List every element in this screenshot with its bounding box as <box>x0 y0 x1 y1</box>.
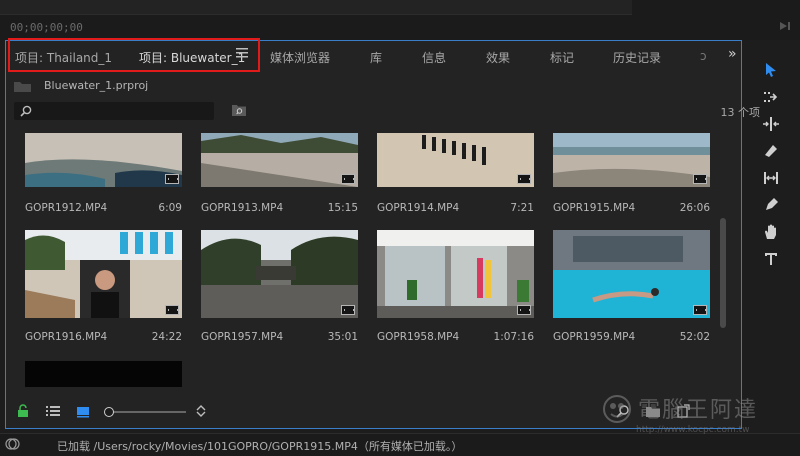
watermark: 電腦王阿達 http://www.kocpc.com.tw <box>598 388 793 443</box>
clip-card[interactable]: GOPR1957.MP4 35:01 <box>201 230 358 343</box>
razor-tool-icon[interactable] <box>762 142 780 160</box>
clip-thumbnail[interactable] <box>377 230 534 318</box>
clip-thumbnail[interactable] <box>25 230 182 318</box>
video-clip-badge-icon <box>517 305 531 315</box>
clip-name: GOPR1958.MP4 <box>377 331 460 343</box>
clip-name: GOPR1915.MP4 <box>553 202 636 214</box>
clip-duration: 15:15 <box>327 202 358 214</box>
clip-name: GOPR1957.MP4 <box>201 331 284 343</box>
clip-grid: GOPR1912.MP4 6:09 GOPR1913.MP4 15:15 GOP… <box>14 133 726 387</box>
clip-name: GOPR1916.MP4 <box>25 331 108 343</box>
track-select-tool-icon[interactable] <box>762 88 780 106</box>
clip-name: GOPR1913.MP4 <box>201 202 284 214</box>
clip-card[interactable] <box>25 361 182 387</box>
new-search-bin-icon[interactable] <box>232 104 246 116</box>
tab-truncated[interactable]: ɔ <box>700 49 707 63</box>
clip-thumbnail[interactable] <box>377 133 534 187</box>
video-clip-badge-icon <box>341 174 355 184</box>
clip-card[interactable]: GOPR1915.MP4 26:06 <box>553 133 710 233</box>
type-tool-icon[interactable] <box>762 250 780 268</box>
panel-tab-bar: 项目: Thailand_1 项目: Bluewater_1 媒体浏览器 库 信… <box>6 41 741 72</box>
tab-libraries[interactable]: 库 <box>370 49 382 66</box>
clip-duration: 52:02 <box>679 331 710 343</box>
clip-card[interactable]: GOPR1914.MP4 7:21 <box>377 133 534 233</box>
vertical-scrollbar[interactable] <box>720 218 726 328</box>
video-clip-badge-icon <box>693 174 707 184</box>
go-to-end-icon[interactable] <box>778 19 792 33</box>
icon-view-icon[interactable] <box>76 404 90 418</box>
project-filename: Bluewater_1.prproj <box>44 79 149 92</box>
clip-thumbnail[interactable] <box>201 133 358 187</box>
clip-duration: 1:07:16 <box>493 331 534 343</box>
zoom-slider-handle[interactable] <box>104 407 114 417</box>
tab-project-bluewater-label: 项目: Bluewater_1 <box>139 51 246 65</box>
tab-history[interactable]: 历史记录 <box>613 49 661 66</box>
clip-thumbnail[interactable] <box>201 230 358 318</box>
clip-thumbnail[interactable] <box>553 133 710 187</box>
search-icon <box>20 105 32 117</box>
watermark-logo-icon <box>603 395 631 423</box>
tab-overflow-icon[interactable]: » <box>728 46 737 62</box>
tab-markers[interactable]: 标记 <box>550 49 574 66</box>
clip-duration: 26:06 <box>679 202 710 214</box>
sort-icon[interactable] <box>194 404 208 418</box>
tab-effects[interactable]: 效果 <box>486 49 510 66</box>
timeline-header: 00;00;00;00 <box>0 0 800 40</box>
video-clip-badge-icon <box>165 305 179 315</box>
active-tab-indicator <box>137 70 248 72</box>
watermark-text: 電腦王阿達 <box>638 398 759 423</box>
video-clip-badge-icon <box>517 174 531 184</box>
watermark-url: http://www.kocpc.com.tw <box>636 425 750 435</box>
lock-icon[interactable] <box>16 404 30 418</box>
clip-card[interactable]: GOPR1959.MP4 52:02 <box>553 230 710 343</box>
clip-duration: 24:22 <box>151 331 182 343</box>
tab-project-thailand[interactable]: 项目: Thailand_1 <box>15 49 112 66</box>
tab-project-bluewater[interactable]: 项目: Bluewater_1 <box>137 49 248 72</box>
clip-card[interactable]: GOPR1916.MP4 24:22 <box>25 230 182 343</box>
status-message: 已加载 /Users/rocky/Movies/101GOPRO/GOPR191… <box>57 440 463 453</box>
selection-tool-icon[interactable] <box>762 61 780 79</box>
ripple-edit-tool-icon[interactable] <box>762 115 780 133</box>
hand-tool-icon[interactable] <box>762 223 780 241</box>
clip-card[interactable]: GOPR1958.MP4 1:07:16 <box>377 230 534 343</box>
clip-thumbnail[interactable] <box>25 133 182 187</box>
timecode-display[interactable]: 00;00;00;00 <box>10 21 83 34</box>
render-status-icon <box>5 438 20 450</box>
clip-name: GOPR1959.MP4 <box>553 331 636 343</box>
clip-duration: 35:01 <box>327 331 358 343</box>
video-clip-badge-icon <box>165 174 179 184</box>
clip-name: GOPR1914.MP4 <box>377 202 460 214</box>
clip-duration: 6:09 <box>158 202 182 214</box>
search-input[interactable] <box>14 102 214 120</box>
clip-duration: 7:21 <box>510 202 534 214</box>
panel-menu-icon[interactable] <box>236 48 248 58</box>
clip-name: GOPR1912.MP4 <box>25 202 108 214</box>
tab-info[interactable]: 信息 <box>422 49 446 66</box>
video-clip-badge-icon <box>693 305 707 315</box>
clip-thumbnail[interactable] <box>553 230 710 318</box>
tools-panel <box>752 56 788 276</box>
timeline-strip <box>0 0 632 15</box>
slip-tool-icon[interactable] <box>762 169 780 187</box>
project-folder-icon <box>14 82 31 92</box>
tab-media-browser[interactable]: 媒体浏览器 <box>270 49 330 66</box>
list-view-icon[interactable] <box>46 404 60 418</box>
clip-thumbnail[interactable] <box>25 361 182 387</box>
video-clip-badge-icon <box>341 305 355 315</box>
clip-card[interactable]: GOPR1912.MP4 6:09 <box>25 133 182 233</box>
zoom-slider-track[interactable] <box>112 411 186 413</box>
clip-card[interactable]: GOPR1913.MP4 15:15 <box>201 133 358 233</box>
pen-tool-icon[interactable] <box>762 196 780 214</box>
